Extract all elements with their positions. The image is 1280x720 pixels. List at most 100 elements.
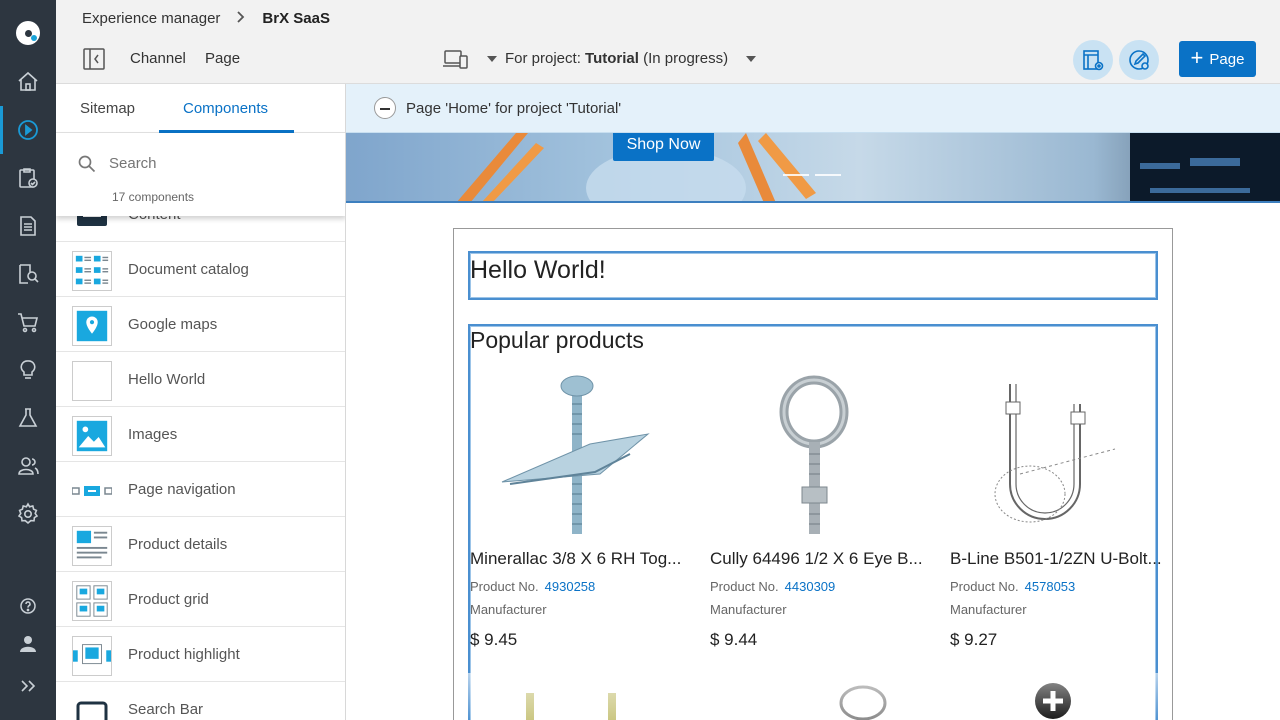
map-pin-icon [72,306,112,346]
bloomreach-logo-icon[interactable] [16,21,40,45]
product-manufacturer: Manufacturer [710,602,787,617]
project-selector[interactable]: For project: Tutorial (In progress) [505,50,728,67]
device-preview-icon[interactable] [442,48,468,70]
product-name[interactable]: Cully 64496 1/2 X 6 Eye B... [710,549,922,569]
commerce-cart-icon[interactable] [16,310,40,334]
settings-gear-icon[interactable] [16,502,40,526]
product-number-link[interactable]: 4578053 [1025,579,1076,594]
tab-components[interactable]: Components [183,100,268,117]
product-grid-icon [72,581,112,621]
project-name: Tutorial [585,50,639,67]
component-item-product-details[interactable]: Product details [56,517,345,572]
help-icon[interactable] [16,594,40,618]
page-info-bar: Page 'Home' for project 'Tutorial' [346,84,1280,133]
pagination-icon [72,471,112,511]
product-price: $ 9.45 [470,630,518,649]
user-profile-icon[interactable] [16,632,40,656]
product-image [994,384,1116,523]
component-label: Product grid [128,591,209,608]
component-item-product-grid[interactable]: Product grid [56,572,345,627]
project-status: (In progress) [643,50,729,67]
audiences-icon[interactable] [16,454,40,478]
product-price: $ 9.27 [950,630,998,649]
component-search: 17 components [56,133,345,216]
page-menu[interactable]: Page [205,50,240,67]
carousel-indicators[interactable] [783,174,841,176]
product-image [779,375,849,534]
product-number: Product No. 4578053 [950,579,1076,594]
component-label: Document catalog [128,261,249,278]
collapse-icon[interactable] [374,97,396,119]
product-image [501,375,650,534]
plus-icon: + [1190,45,1204,70]
rail-active-indicator [0,106,3,154]
component-label: Google maps [128,316,218,333]
projects-icon[interactable] [16,166,40,190]
component-label: Product highlight [128,646,240,663]
edit-mode-button[interactable] [1119,40,1159,80]
breadcrumb-current: BrX SaaS [262,9,330,27]
experiments-flask-icon[interactable] [16,406,40,430]
product-highlight-icon [72,636,112,676]
component-item-google-maps[interactable]: Google maps [56,297,345,352]
project-dropdown-icon[interactable] [746,56,756,62]
product-grid-component[interactable]: Popular products Minerallac 3/8 X 6 RH T… [468,324,1162,720]
document-catalog-icon [72,251,112,291]
component-item-product-highlight[interactable]: Product highlight [56,627,345,682]
product-manufacturer: Manufacturer [950,602,1027,617]
next-row-products-preview [468,673,1158,720]
experience-manager-icon[interactable] [16,118,40,142]
content-search-icon[interactable] [16,262,40,286]
search-input[interactable] [109,155,329,172]
product-number-link[interactable]: 4930258 [545,579,596,594]
left-nav-rail [0,0,56,720]
home-icon[interactable] [16,70,40,94]
shop-now-button[interactable]: Shop Now [613,133,714,161]
component-item-hello-world[interactable]: Hello World [56,352,345,407]
image-icon [72,416,112,456]
blank-component-icon [72,361,112,401]
product-number: Product No. 4930258 [470,579,596,594]
banner-side-image [1130,133,1280,201]
search-bar-component-icon [72,691,112,720]
breadcrumb: Experience manager BrX SaaS [56,0,1280,36]
page-preview: Shop Now Hello World! Popular products M… [346,133,1280,720]
channel-menu[interactable]: Channel [130,50,186,67]
content-icon[interactable] [16,214,40,238]
breadcrumb-root[interactable]: Experience manager [82,10,220,27]
component-item-images[interactable]: Images [56,407,345,462]
page-preview-button[interactable] [1073,40,1113,80]
component-label: Hello World [128,371,206,388]
hello-world-component[interactable]: Hello World! [468,251,1158,300]
toggle-sidebar-icon[interactable] [83,48,105,70]
insights-bulb-icon[interactable] [16,358,40,382]
chevron-down-icon[interactable] [487,56,497,62]
product-number-link[interactable]: 4430309 [785,579,836,594]
component-count: 17 components [112,190,195,204]
search-icon [78,155,96,173]
component-item-document-catalog[interactable]: Document catalog [56,242,345,297]
product-price: $ 9.44 [710,630,758,649]
popular-title: Popular products [470,327,644,353]
component-item-search-bar[interactable]: Search Bar [56,682,345,720]
product-name[interactable]: Minerallac 3/8 X 6 RH Tog... [470,549,682,569]
component-item-page-navigation[interactable]: Page navigation [56,462,345,517]
add-page-button[interactable]: + Page [1179,41,1256,77]
page-info-text: Page 'Home' for project 'Tutorial' [406,99,622,117]
chevron-right-icon [236,10,246,26]
component-label: Product details [128,536,228,553]
product-manufacturer: Manufacturer [470,602,547,617]
components-panel: Sitemap Components 17 components Content… [56,84,346,720]
tab-sitemap[interactable]: Sitemap [80,100,135,117]
product-number: Product No. 4430309 [710,579,836,594]
hello-title: Hello World! [470,256,606,284]
hero-banner[interactable]: Shop Now [346,133,1280,203]
product-name[interactable]: B-Line B501-1/2ZN U-Bolt... [950,549,1162,569]
expand-nav-icon[interactable] [16,674,40,698]
panel-tabs: Sitemap Components [56,84,345,133]
component-label: Images [128,426,178,443]
component-list: Content Document catalog Google maps Hel… [56,187,345,720]
component-label: Page navigation [128,481,236,498]
toolbar: Channel Page For project: Tutorial (In p… [56,36,1280,84]
component-label: Search Bar [128,701,204,718]
